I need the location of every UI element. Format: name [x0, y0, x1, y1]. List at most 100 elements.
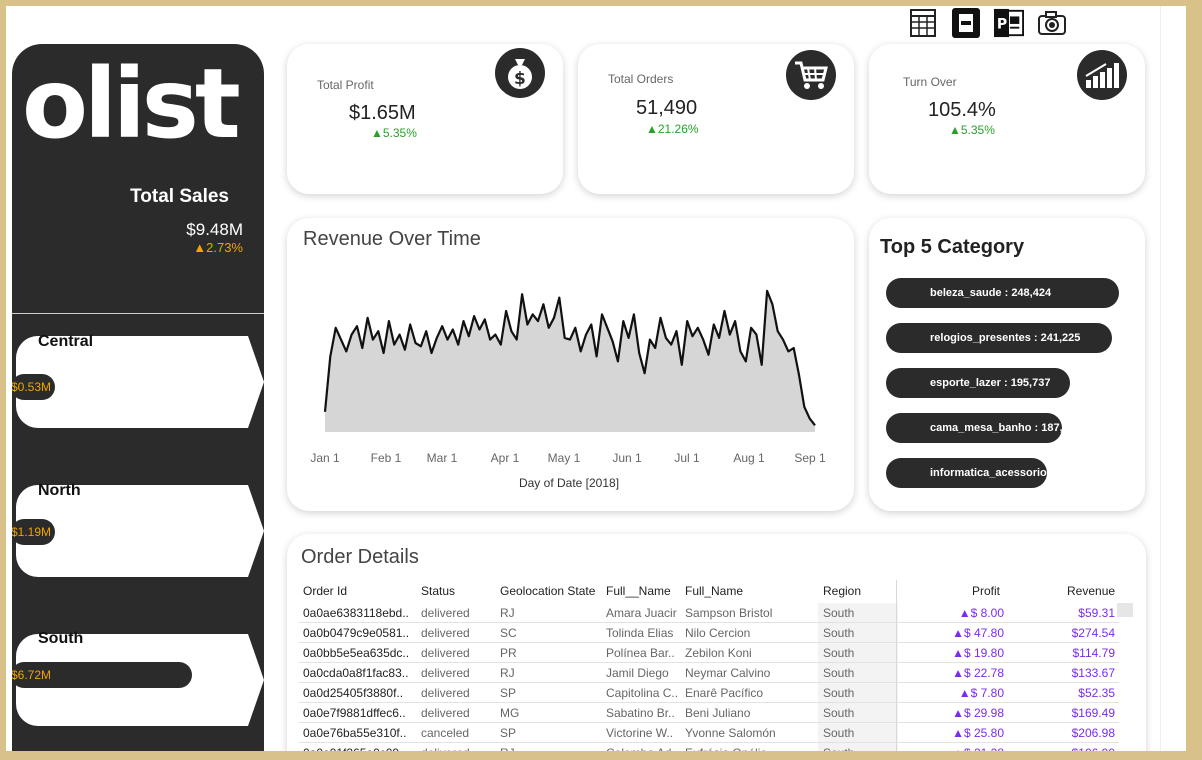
full-name-2-cell: Yvonne Salomón	[685, 726, 776, 740]
status-cell: delivered	[421, 706, 470, 720]
revenue-cell: $52.35	[1078, 686, 1115, 700]
frame-bottom	[0, 751, 1202, 760]
kpi-card-turn-over: Turn Over 105.4% ▲5.35%	[869, 44, 1145, 194]
kpi-delta: ▲21.26%	[646, 122, 699, 136]
order-id-cell: 0a0bb5e5ea635dc..	[303, 646, 410, 660]
top5-item-3[interactable]: esporte_lazer : 195,737	[886, 368, 1070, 398]
top5-title: Top 5 Category	[880, 236, 1025, 258]
full-name-2-cell: Sampson Bristol	[685, 606, 773, 620]
table-row[interactable]: 0a0cda0a8f1fac83.. delivered RJ Jamil Diego…	[299, 663, 1119, 683]
kpi-label: Total Orders	[608, 72, 674, 86]
region-value-text: $0.53M	[12, 380, 52, 394]
scroll-gutter[interactable]	[1160, 6, 1186, 751]
profit-cell: ▲$ 25.80	[952, 726, 1004, 740]
ppt-letter: P	[997, 17, 1007, 33]
kpi-delta: ▲5.35%	[949, 123, 995, 137]
region-value-text: $6.72M	[12, 668, 52, 682]
powerpoint-download-icon[interactable]: P	[994, 8, 1024, 38]
total-sales-label: Total Sales	[130, 186, 229, 207]
kpi-card-total-orders: Total Orders 51,490 ▲21.26%	[578, 44, 854, 194]
x-tick-label: Apr 1	[491, 451, 520, 465]
full-name-1-cell: Amara Juacir	[606, 606, 677, 620]
kpi-value: 51,490	[636, 97, 698, 119]
region-name-central: Central	[38, 333, 94, 350]
status-cell: delivered	[421, 646, 470, 660]
table-row[interactable]: 0a0e7f9881dffec6.. delivered MG Sabatino Br…	[299, 703, 1119, 723]
pdf-download-icon[interactable]	[951, 8, 981, 38]
col-full-name-2[interactable]: Full_Name	[685, 584, 743, 598]
col-full-name-1[interactable]: Full__Name	[606, 584, 671, 598]
money-bag-icon: $	[495, 48, 545, 98]
table-scrollbar[interactable]	[1117, 603, 1133, 617]
top5-item-1[interactable]: beleza_saude : 248,424	[886, 278, 1119, 308]
revenue-cell: $59.31	[1078, 606, 1115, 620]
kpi-label: Total Profit	[317, 78, 374, 92]
revenue-cell: $169.49	[1071, 706, 1115, 720]
x-tick-label: Jan 1	[310, 451, 340, 465]
x-tick-label: Jul 1	[674, 451, 700, 465]
region-name-south: South	[38, 630, 84, 647]
geo-state-cell: PR	[500, 646, 517, 660]
order-id-cell: 0a0ae6383118ebd..	[303, 606, 409, 620]
geo-state-cell: RJ	[500, 666, 515, 680]
top5-item-4[interactable]: cama_mesa_banho : 187,5	[886, 413, 1062, 443]
revenue-chart: Jan 1 Feb 1 Mar 1 Apr 1 May 1 Jun 1 Jul 1 Aug 1…	[310, 289, 826, 490]
crosstab-download-icon[interactable]	[908, 8, 938, 38]
status-cell: delivered	[421, 606, 470, 620]
col-revenue[interactable]: Revenue	[1067, 584, 1115, 598]
order-id-cell: 0a0d25405f3880f..	[303, 686, 404, 700]
total-sales-delta: ▲2.73%	[193, 240, 243, 255]
revenue-x-axis-label: Day of Date [2018]	[519, 476, 619, 490]
status-cell: delivered	[421, 686, 470, 700]
growth-bars-icon	[1077, 50, 1127, 100]
status-cell: canceled	[421, 726, 470, 740]
col-order-id[interactable]: Order Id	[303, 584, 347, 598]
x-tick-label: Mar 1	[427, 451, 458, 465]
order-id-cell: 0a0b0479c9e0581..	[303, 626, 410, 640]
region-value-south: $6.72M	[12, 662, 192, 688]
order-details-title: Order Details	[301, 546, 419, 568]
profit-cell: ▲$ 47.80	[952, 626, 1004, 640]
region-value-central: $0.53M	[12, 374, 55, 400]
col-geolocation-state[interactable]: Geolocation State	[500, 584, 595, 598]
top5-item-2[interactable]: relogios_presentes : 241,225	[886, 323, 1112, 353]
col-profit[interactable]: Profit	[972, 584, 1000, 598]
order-details-card: Order Details Order Id Status Geolocatio…	[287, 534, 1146, 760]
region-value-north: $1.19M	[12, 519, 55, 545]
col-status[interactable]: Status	[421, 584, 455, 598]
revenue-cell: $114.79	[1072, 646, 1116, 660]
revenue-chart-card: Revenue Over Time Jan 1 Feb 1 Mar 1 Apr 1 Ma…	[287, 218, 854, 511]
region-cell: South	[823, 686, 855, 700]
region-cell: South	[823, 726, 855, 740]
full-name-2-cell: Nilo Cercion	[685, 626, 751, 640]
x-tick-label: Aug 1	[733, 451, 765, 465]
region-cell: South	[823, 626, 855, 640]
top5-item-5[interactable]: informatica_acessorios :	[886, 458, 1047, 488]
order-table-header: Order Id Status Geolocation State Full__…	[303, 584, 1121, 602]
kpi-value: $1.65M	[349, 102, 416, 124]
profit-cell: ▲$ 8.00	[958, 606, 1004, 620]
download-toolbar: P	[908, 8, 1067, 38]
table-row[interactable]: 0a0d25405f3880f.. delivered SP Capitolina C…	[299, 683, 1119, 703]
svg-text:$: $	[514, 69, 526, 89]
image-download-icon[interactable]	[1037, 8, 1067, 38]
sidebar-divider	[12, 313, 264, 314]
profit-cell: ▲$ 29.98	[952, 706, 1004, 720]
top5-category-card: Top 5 Category beleza_saude : 248,424 re…	[869, 218, 1145, 511]
table-row[interactable]: 0a0b0479c9e0581.. delivered SC Tolinda Elia…	[299, 623, 1119, 643]
table-row[interactable]: 0a0bb5e5ea635dc.. delivered PR Polínea Bar.…	[299, 643, 1119, 663]
frame-top	[0, 0, 1202, 6]
x-tick-label: Sep 1	[794, 451, 826, 465]
profit-cell: ▲$ 22.78	[952, 666, 1004, 680]
sidebar: olist Total Sales $9.48M ▲2.73% Central …	[12, 44, 264, 756]
table-row[interactable]: 0a0ae6383118ebd.. delivered RJ Amara Juacir…	[299, 603, 1119, 623]
total-sales-value: $9.48M	[186, 220, 243, 239]
full-name-2-cell: Zebilon Koni	[685, 646, 752, 660]
table-row[interactable]: 0a0e76ba55e310f.. canceled SP Victorine W..…	[299, 723, 1119, 743]
full-name-1-cell: Victorine W..	[606, 726, 674, 740]
full-name-2-cell: Beni Juliano	[685, 706, 751, 720]
col-region[interactable]: Region	[823, 584, 861, 598]
region-cell: South	[823, 706, 855, 720]
x-tick-label: May 1	[548, 451, 581, 465]
order-id-cell: 0a0e76ba55e310f..	[303, 726, 407, 740]
